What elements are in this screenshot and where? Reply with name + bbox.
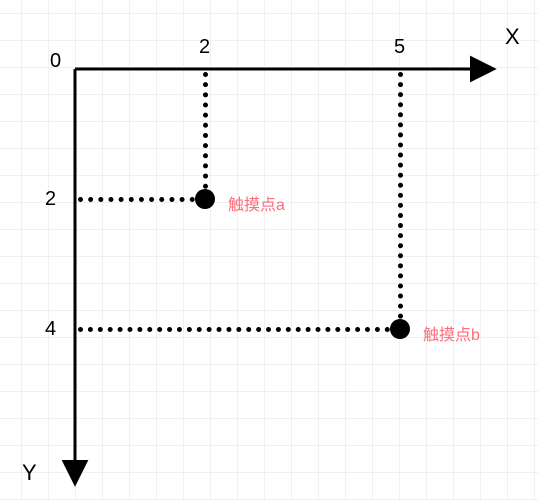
axes [0, 0, 538, 500]
guide-h-a [78, 197, 205, 202]
point-label-b: 触摸点b [423, 321, 480, 345]
y-axis-label: Y [22, 460, 37, 486]
y-tick-0: 2 [45, 188, 56, 211]
point-label-a: 触摸点a [228, 191, 285, 215]
chart-canvas: X Y 0 2 5 2 4 触摸点a 触摸点b [0, 0, 538, 500]
origin-label: 0 [50, 50, 61, 73]
guide-h-b [78, 327, 400, 332]
y-tick-1: 4 [45, 318, 56, 341]
x-tick-1: 5 [394, 36, 405, 59]
x-tick-0: 2 [199, 36, 210, 59]
x-axis-label: X [505, 24, 520, 50]
guide-v-a [203, 72, 208, 199]
guide-v-b [398, 72, 403, 329]
point-b [390, 319, 410, 339]
point-a [195, 189, 215, 209]
